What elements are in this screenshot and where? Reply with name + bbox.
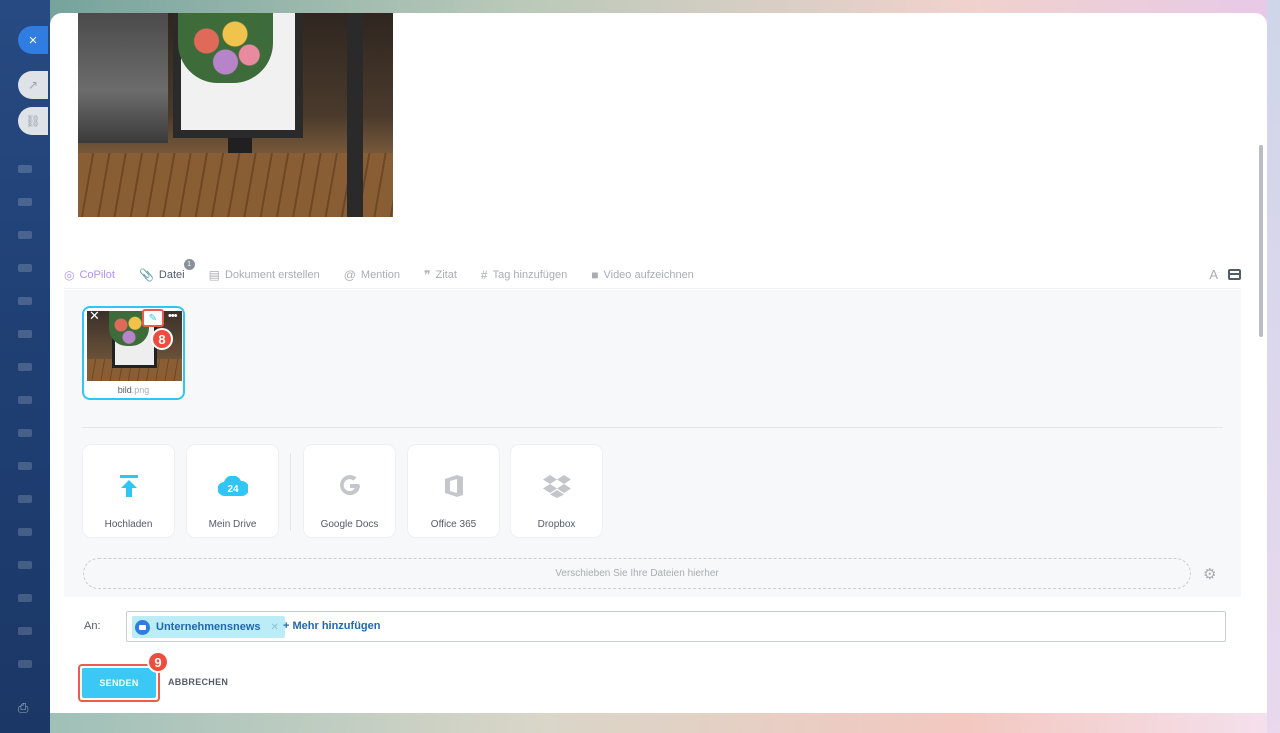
- nav-placeholder: [18, 429, 32, 437]
- nav-placeholder: [18, 660, 32, 668]
- svg-text:24: 24: [227, 484, 239, 495]
- source-upload-label: Hochladen: [104, 519, 153, 530]
- nav-placeholder: [18, 561, 32, 569]
- toolbar-create-document[interactable]: ▤ Dokument erstellen: [209, 268, 320, 282]
- folder-icon: [135, 619, 150, 635]
- toolbar-file[interactable]: 📎 Datei 1: [138, 258, 195, 282]
- open-in-new-window-button[interactable]: ↗: [18, 71, 48, 99]
- nav-placeholder: [18, 198, 32, 206]
- recipient-field[interactable]: Unternehmensnews ✕ + Mehr hinzufügen: [126, 611, 1226, 642]
- source-drive-label: Mein Drive: [208, 519, 257, 530]
- divider: [82, 427, 1223, 428]
- step-badge: 9: [147, 651, 169, 673]
- nav-placeholder: [18, 297, 32, 305]
- editor-toolbar: ◎ CoPilot 📎 Datei 1 ▤ Dokument erstellen…: [64, 258, 1241, 289]
- printer-icon[interactable]: ⎙: [18, 700, 32, 716]
- backdrop-strip: [50, 713, 1267, 733]
- office-icon: [443, 473, 465, 499]
- right-backdrop: [1267, 0, 1280, 733]
- source-google-label: Google Docs: [320, 519, 379, 530]
- remove-attachment-icon[interactable]: ✕: [89, 309, 100, 323]
- more-options-icon[interactable]: •••: [168, 310, 178, 322]
- toolbar-record-video[interactable]: ■ Video aufzeichnen: [591, 268, 694, 282]
- cancel-button[interactable]: ABBRECHEN: [168, 677, 228, 687]
- scrollbar[interactable]: [1259, 145, 1263, 337]
- inserted-image[interactable]: [78, 13, 393, 217]
- step-badge: 8: [151, 328, 173, 350]
- recipient-label: An:: [84, 620, 101, 632]
- close-icon: ×: [28, 31, 38, 49]
- nav-placeholder: [18, 462, 32, 470]
- nav-placeholder: [18, 627, 32, 635]
- send-button[interactable]: SENDEN: [82, 668, 156, 698]
- drive-cloud-icon: 24: [217, 473, 248, 499]
- post-form-panel: ◎ CoPilot 📎 Datei 1 ▤ Dokument erstellen…: [50, 13, 1267, 733]
- recipient-chip[interactable]: Unternehmensnews ✕: [132, 616, 285, 638]
- source-dropbox[interactable]: Dropbox: [511, 445, 602, 537]
- source-my-drive[interactable]: 24 Mein Drive: [187, 445, 278, 537]
- remove-recipient-icon[interactable]: ✕: [271, 622, 279, 633]
- nav-placeholder: [18, 264, 32, 272]
- file-upload-area: ✕ ✎ ••• bild.png 8 Hochladen 24 Mein Dri…: [64, 290, 1241, 597]
- toolbar-mention-label: Mention: [360, 268, 401, 281]
- source-office-365[interactable]: Office 365: [408, 445, 499, 537]
- divider: [290, 453, 291, 531]
- source-google-docs[interactable]: Google Docs: [304, 445, 395, 537]
- toolbar-quote[interactable]: ❞ Zitat: [424, 268, 457, 282]
- nav-placeholder: [18, 330, 32, 338]
- copy-link-button[interactable]: ⛓: [18, 107, 48, 135]
- file-drop-zone[interactable]: Verschieben Sie Ihre Dateien hierher: [83, 558, 1191, 589]
- nav-placeholder: [18, 396, 32, 404]
- attachment-filename: bild.png: [117, 385, 150, 395]
- edit-image-icon[interactable]: ✎: [142, 309, 164, 327]
- toolbar-copilot-label: CoPilot: [79, 268, 115, 281]
- nav-placeholder: [18, 594, 32, 602]
- source-dropbox-label: Dropbox: [537, 519, 576, 530]
- toolbar-file-label: Datei: [158, 268, 185, 281]
- external-link-icon: ↗: [27, 78, 39, 92]
- nav-placeholder: [18, 528, 32, 536]
- gear-icon[interactable]: ⚙: [1203, 565, 1216, 583]
- toolbar-mention[interactable]: @ Mention: [344, 268, 400, 282]
- toolbar-tag-label: Tag hinzufügen: [492, 268, 568, 281]
- nav-placeholder: [18, 165, 32, 173]
- upload-icon: [119, 473, 138, 499]
- recipient-chip-label: Unternehmensnews: [156, 621, 261, 633]
- dropbox-icon: [542, 473, 571, 499]
- quote-icon: ❞: [424, 267, 431, 282]
- at-icon: @: [343, 267, 356, 282]
- source-office-label: Office 365: [430, 519, 477, 530]
- toolbar-video-label: Video aufzeichnen: [603, 268, 694, 281]
- toolbar-add-tag[interactable]: # Tag hinzufügen: [481, 268, 567, 282]
- nav-placeholder: [18, 231, 32, 239]
- hash-icon: #: [480, 267, 488, 282]
- google-icon: [338, 473, 362, 499]
- toolbar-right: A: [1209, 267, 1241, 282]
- nav-placeholder: [18, 363, 32, 371]
- paperclip-icon: 📎: [138, 267, 154, 282]
- close-slider-button[interactable]: ×: [18, 26, 48, 54]
- document-icon: ▤: [208, 267, 220, 282]
- toolbar-document-label: Dokument erstellen: [224, 268, 320, 281]
- toolbar-copilot[interactable]: ◎ CoPilot: [64, 268, 115, 282]
- toolbar-quote-label: Zitat: [435, 268, 457, 281]
- text-format-button[interactable]: A: [1209, 267, 1218, 282]
- panel-toggle-icon[interactable]: [1228, 269, 1241, 280]
- source-upload[interactable]: Hochladen: [83, 445, 174, 537]
- nav-placeholder: [18, 495, 32, 503]
- send-button-highlight: SENDEN: [78, 664, 160, 702]
- video-icon: ■: [591, 267, 599, 282]
- copilot-icon: ◎: [64, 267, 75, 282]
- link-icon: ⛓: [25, 114, 41, 128]
- file-count-badge: 1: [183, 258, 195, 270]
- drop-zone-text: Verschieben Sie Ihre Dateien hierher: [555, 568, 719, 579]
- add-more-recipients-link[interactable]: + Mehr hinzufügen: [283, 620, 380, 632]
- attachment-card[interactable]: ✕ ✎ ••• bild.png: [82, 306, 185, 400]
